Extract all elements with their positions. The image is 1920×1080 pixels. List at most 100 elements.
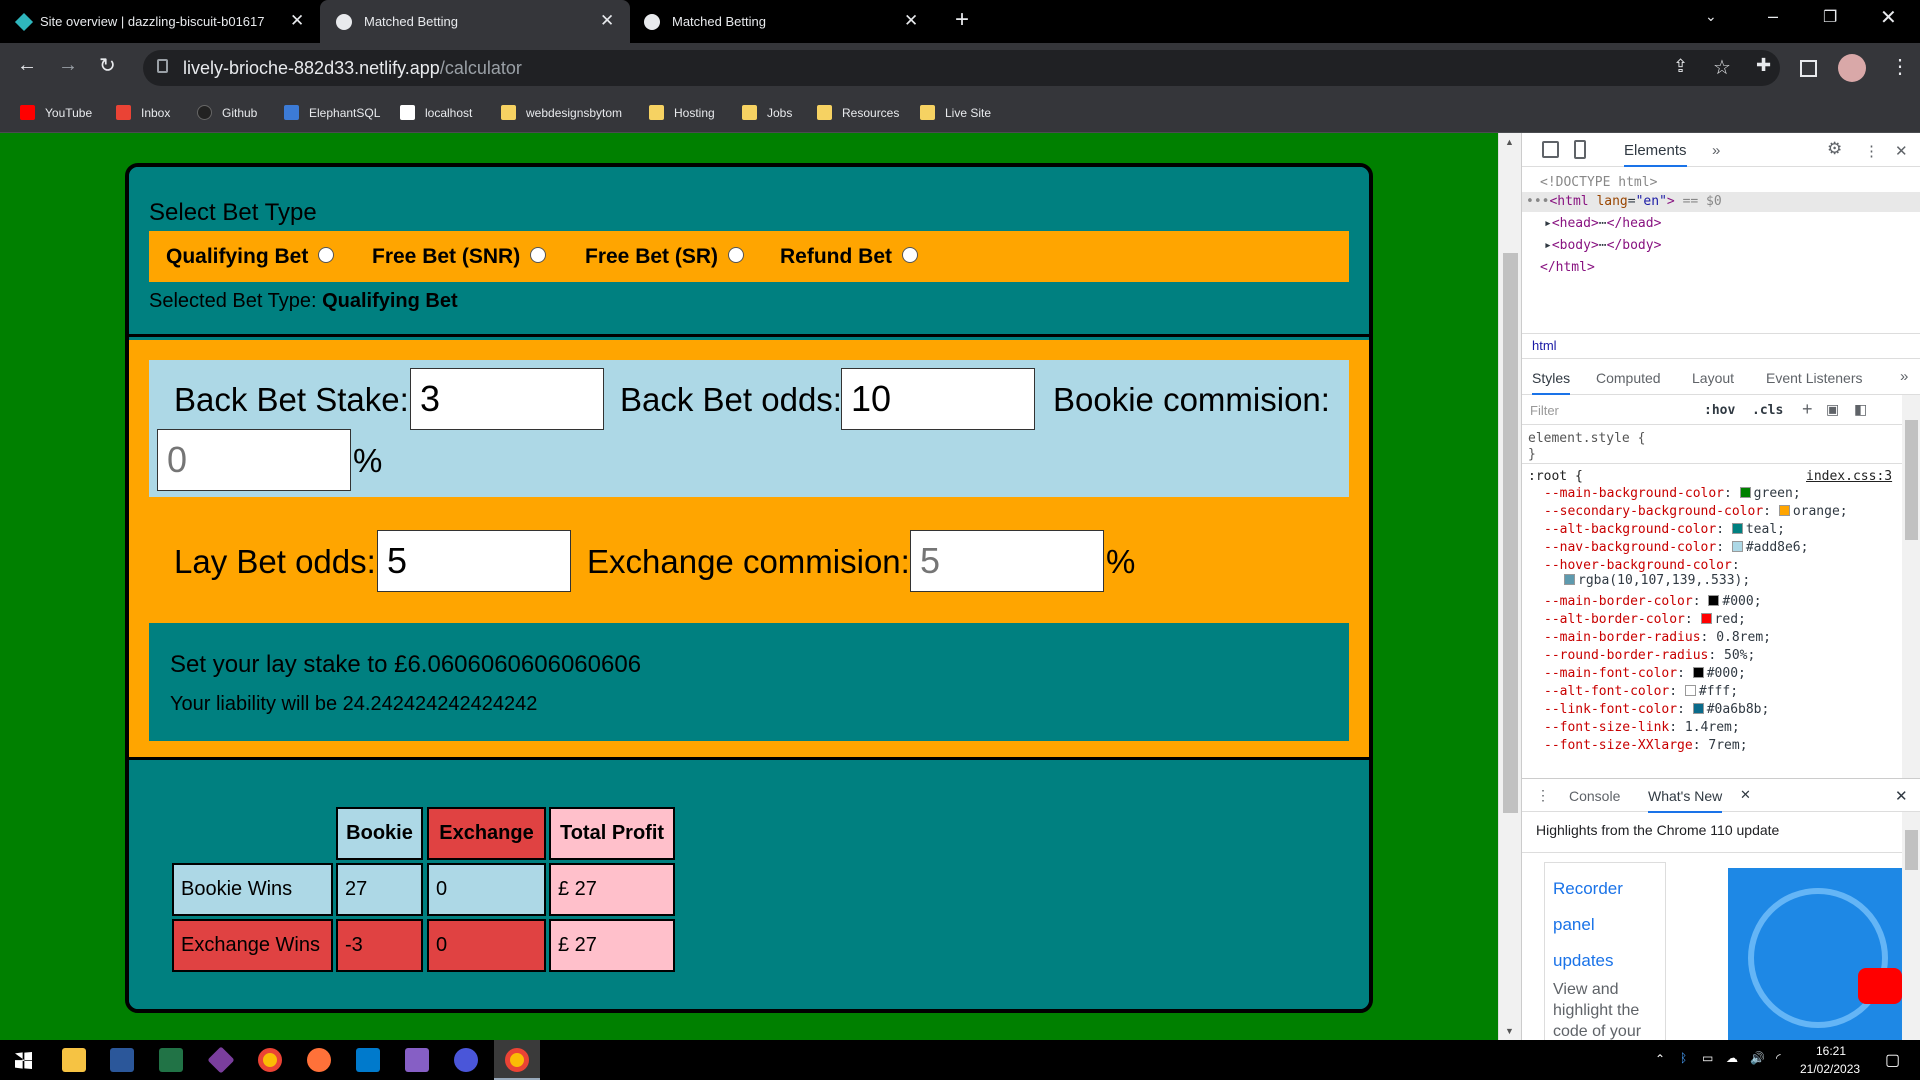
radio-free-sr[interactable] (728, 247, 745, 263)
onedrive-icon[interactable]: ☁ (1726, 1051, 1738, 1065)
hov-toggle[interactable]: :hov (1704, 403, 1735, 418)
tray-chevron-icon[interactable]: ⌃ (1655, 1052, 1665, 1066)
source-link[interactable]: index.css:3 (1806, 469, 1892, 484)
bet-type-free-sr[interactable]: Free Bet (SR) (585, 245, 745, 269)
battery-icon[interactable]: ▭ (1702, 1051, 1713, 1065)
breadcrumb-html[interactable]: html (1532, 338, 1557, 353)
close-tab-icon[interactable]: ✕ (600, 11, 614, 31)
color-swatch[interactable] (1778, 505, 1790, 516)
star-icon[interactable]: ☆ (1713, 55, 1731, 80)
close-drawer-icon[interactable]: ✕ (1895, 787, 1908, 805)
tab-site-overview[interactable]: Site overview | dazzling-biscuit-b01617 … (0, 0, 315, 43)
scroll-down-icon[interactable]: ▼ (1505, 1026, 1514, 1036)
back-odds-input[interactable]: 10 (841, 368, 1035, 430)
tab-matched-betting[interactable]: Matched Betting ✕ (632, 0, 937, 43)
side-panel-icon[interactable] (1800, 60, 1817, 77)
whats-new-video-thumbnail[interactable] (1728, 868, 1902, 1040)
extensions-icon[interactable]: ✚ (1756, 55, 1771, 76)
volume-icon[interactable]: 🔊 (1750, 1051, 1765, 1065)
scrollbar-thumb[interactable] (1503, 253, 1518, 813)
more-style-tabs-icon[interactable]: » (1900, 368, 1908, 385)
color-swatch[interactable] (1708, 595, 1720, 606)
dom-body[interactable]: ▸<body>⋯</body> (1544, 238, 1661, 253)
close-whats-new-icon[interactable]: ✕ (1740, 787, 1751, 803)
page-scrollbar[interactable]: ▲ ▼ (1498, 133, 1521, 1040)
word-icon[interactable] (110, 1048, 134, 1072)
link-recorder[interactable]: Recorder (1553, 871, 1657, 907)
styles-scrollbar[interactable] (1902, 395, 1920, 778)
wifi-icon[interactable]: ◜ (1776, 1051, 1781, 1065)
drawer-menu-icon[interactable]: ⋮ (1536, 787, 1550, 804)
clock-time[interactable]: 16:21 (1816, 1044, 1846, 1058)
link-updates[interactable]: updates (1553, 943, 1657, 979)
tab-console[interactable]: Console (1569, 788, 1620, 804)
color-swatch[interactable] (1700, 613, 1712, 624)
bet-type-refund[interactable]: Refund Bet (780, 245, 918, 269)
reload-icon[interactable]: ↻ (99, 53, 116, 78)
bookmark-webdesignsbytom[interactable]: webdesignsbytom (501, 105, 622, 120)
clock-date[interactable]: 21/02/2023 (1800, 1062, 1860, 1076)
radio-free-snr[interactable] (530, 247, 547, 263)
toggle-sidebar-icon[interactable]: ◧ (1854, 401, 1867, 418)
back-stake-input[interactable]: 3 (410, 368, 604, 430)
tab-elements[interactable]: Elements (1624, 142, 1687, 167)
bookmark-resources[interactable]: Resources (817, 105, 899, 120)
git-icon[interactable] (207, 1046, 235, 1074)
settings-gear-icon[interactable]: ⚙ (1827, 139, 1842, 159)
recorder-card[interactable]: Recorder panel updates View and highligh… (1544, 862, 1666, 1040)
new-tab-button[interactable]: + (955, 6, 969, 34)
link-panel[interactable]: panel (1553, 907, 1657, 943)
drawer-scrollbar[interactable] (1902, 812, 1920, 1040)
tab-event-listeners[interactable]: Event Listeners (1766, 370, 1863, 386)
color-swatch[interactable] (1739, 487, 1751, 498)
color-swatch[interactable] (1564, 574, 1575, 585)
close-devtools-icon[interactable]: ✕ (1895, 142, 1908, 160)
firefox-icon[interactable] (307, 1048, 331, 1072)
start-icon[interactable] (15, 1052, 32, 1069)
cls-toggle[interactable]: .cls (1752, 403, 1783, 418)
tab-computed[interactable]: Computed (1596, 370, 1661, 386)
file-explorer-icon[interactable] (62, 1048, 86, 1072)
radio-qualifying[interactable] (318, 247, 335, 263)
bookmark-localhost[interactable]: localhost (400, 105, 472, 120)
color-swatch[interactable] (1684, 685, 1696, 696)
excel-icon[interactable] (159, 1048, 183, 1072)
scroll-up-icon[interactable]: ▲ (1505, 137, 1514, 147)
minimize-button[interactable]: – (1768, 6, 1778, 27)
tab-styles[interactable]: Styles (1532, 370, 1571, 395)
dom-head[interactable]: ▸<head>⋯</head> (1544, 216, 1661, 231)
chrome-icon[interactable] (258, 1048, 282, 1072)
bookmark-youtube[interactable]: YouTube (20, 105, 92, 120)
close-tab-icon[interactable]: ✕ (904, 11, 918, 31)
device-toolbar-icon[interactable] (1574, 140, 1586, 159)
tab-search-icon[interactable]: ⌄ (1705, 8, 1717, 25)
eclipse-icon[interactable] (454, 1048, 478, 1072)
chrome-active-icon[interactable] (505, 1048, 529, 1072)
bookmark-hosting[interactable]: Hosting (649, 105, 715, 120)
back-icon[interactable]: ← (17, 54, 37, 77)
avatar[interactable] (1838, 54, 1866, 82)
forward-icon[interactable]: → (58, 54, 78, 77)
exchange-commission-input[interactable]: 5 (910, 530, 1104, 592)
vscode-icon[interactable] (356, 1048, 380, 1072)
bluetooth-icon[interactable]: ᛒ (1680, 1051, 1687, 1065)
tab-layout[interactable]: Layout (1692, 370, 1734, 386)
new-rule-icon[interactable]: + (1802, 399, 1813, 420)
bet-type-free-snr[interactable]: Free Bet (SNR) (372, 245, 547, 269)
bookmark-live-site[interactable]: Live Site (920, 105, 991, 120)
share-icon[interactable]: ⇪ (1673, 56, 1688, 77)
tab-matched-betting-active[interactable]: Matched Betting ✕ (320, 0, 630, 43)
bookmark-elephantsql[interactable]: ElephantSQL (284, 105, 380, 120)
restore-button[interactable]: ❐ (1823, 7, 1837, 27)
close-tab-icon[interactable]: ✕ (290, 11, 304, 31)
play-button-icon[interactable] (1858, 968, 1902, 1004)
color-swatch[interactable] (1692, 703, 1704, 714)
bookmark-jobs[interactable]: Jobs (742, 105, 792, 120)
styles-filter-input[interactable]: Filter (1530, 403, 1559, 418)
bookmark-github[interactable]: Github (197, 105, 257, 120)
address-bar[interactable]: lively-brioche-882d33.netlify.app/calcul… (143, 50, 1780, 86)
lay-odds-input[interactable]: 5 (377, 530, 571, 592)
scrollbar-thumb[interactable] (1905, 830, 1918, 870)
devtools-menu-icon[interactable]: ⋮ (1864, 142, 1879, 160)
tab-whats-new[interactable]: What's New (1648, 788, 1723, 813)
